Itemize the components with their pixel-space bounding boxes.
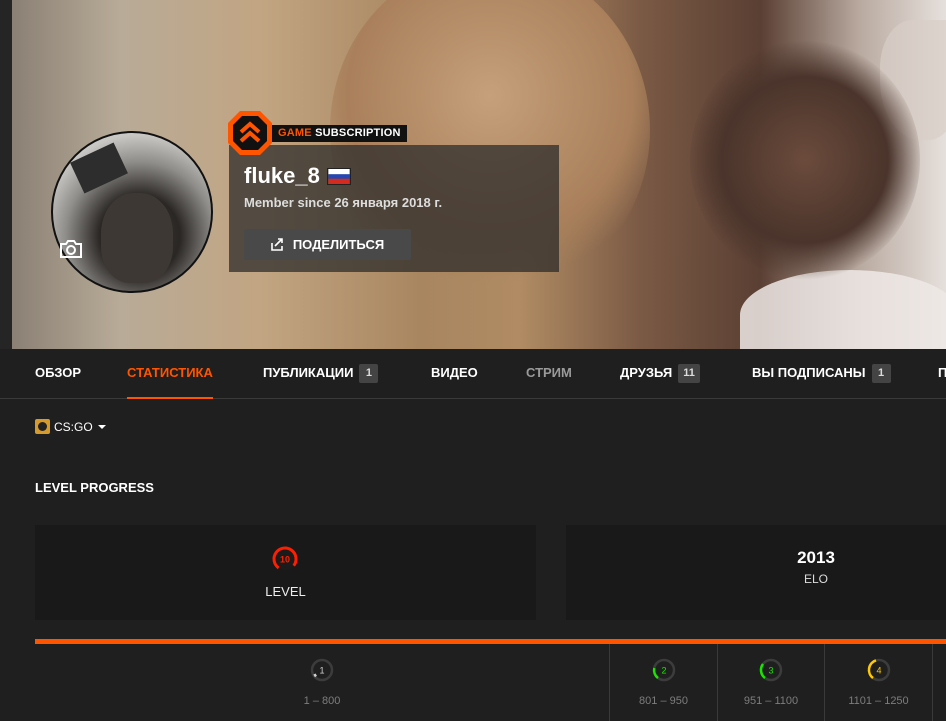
tab-following[interactable]: ВЫ ПОДПИСАНЫ 1 bbox=[752, 349, 891, 399]
tab-label: ОБЗОР bbox=[35, 365, 82, 380]
level-card: 10 LEVEL bbox=[35, 525, 536, 620]
game-selector[interactable]: CS:GO bbox=[35, 419, 107, 434]
profile-tabs: ОБЗОР СТАТИСТИКА ПУБЛИКАЦИИ 1 ВИДЕО СТРИМ… bbox=[0, 349, 946, 399]
tab-statistics[interactable]: СТАТИСТИКА bbox=[127, 349, 213, 399]
tab-video[interactable]: ВИДЕО bbox=[431, 349, 478, 399]
tab-count-badge: 11 bbox=[678, 364, 700, 383]
share-button-label: ПОДЕЛИТЬСЯ bbox=[292, 237, 385, 252]
banner-detail bbox=[740, 270, 946, 349]
level-number: 1 bbox=[319, 666, 324, 676]
russia-flag-icon bbox=[327, 168, 351, 185]
level-number: 4 bbox=[876, 666, 881, 676]
tab-label: СТАТИСТИКА bbox=[127, 365, 213, 380]
level-number: 10 bbox=[280, 555, 290, 565]
skill-level-2-icon: 2 bbox=[652, 658, 675, 682]
tab-count-badge: 1 bbox=[359, 364, 379, 383]
skill-level-3-icon: 3 bbox=[759, 658, 783, 682]
level-range-cell: 4 1101 – 1250 bbox=[824, 644, 932, 721]
level-ranges-row: 1 1 – 800 2 801 – 950 3 951 – 1100 4 110… bbox=[35, 644, 946, 721]
csgo-icon bbox=[35, 419, 50, 434]
subscription-tag-label: SUBSCRIPTION bbox=[315, 127, 401, 139]
tab-label: ВЫ ПОДПИСАНЫ bbox=[752, 365, 866, 380]
level-number: 2 bbox=[661, 666, 666, 676]
member-since: Member since 26 января 2018 г. bbox=[244, 195, 443, 210]
tab-overview[interactable]: ОБЗОР bbox=[35, 349, 81, 399]
skill-level-1-icon: 1 bbox=[310, 658, 334, 682]
tab-label: ДРУЗЬЯ bbox=[620, 365, 673, 380]
level-range: 1 – 800 bbox=[303, 695, 341, 707]
tab-publications[interactable]: ПУБЛИКАЦИИ 1 bbox=[263, 349, 379, 399]
avatar-detail bbox=[101, 193, 173, 283]
level-range-cell: 2 801 – 950 bbox=[609, 644, 717, 721]
username: fluke_8 bbox=[244, 163, 320, 188]
banner-left-strip bbox=[0, 0, 12, 349]
section-title: LEVEL PROGRESS bbox=[35, 480, 154, 495]
skill-level-10-icon: 10 bbox=[272, 546, 298, 572]
tab-label: ПУБЛИКАЦИИ bbox=[263, 365, 354, 380]
game-selector-value: CS:GO bbox=[54, 419, 93, 434]
tab-stream[interactable]: СТРИМ bbox=[526, 349, 572, 399]
tab-label: ВИДЕО bbox=[431, 365, 478, 380]
tab-friends[interactable]: ДРУЗЬЯ 11 bbox=[620, 349, 700, 399]
elo-value: 2013 bbox=[797, 548, 835, 567]
chevron-down-icon bbox=[97, 424, 106, 429]
tab-label: П bbox=[938, 365, 946, 380]
skill-level-4-icon: 4 bbox=[867, 658, 890, 682]
subscription-tag-game: GAME bbox=[278, 127, 312, 139]
tab-more[interactable]: П bbox=[938, 349, 946, 399]
share-button[interactable]: ПОДЕЛИТЬСЯ bbox=[244, 229, 411, 260]
elo-label: ELO bbox=[803, 572, 828, 586]
avatar[interactable] bbox=[51, 131, 213, 293]
level-range-cell: 1 1 – 800 bbox=[35, 644, 609, 721]
camera-icon[interactable] bbox=[58, 238, 84, 260]
avatar-detail bbox=[70, 142, 128, 194]
subscription-tag: GAME SUBSCRIPTION bbox=[272, 125, 407, 142]
tab-label: СТРИМ bbox=[526, 365, 572, 380]
subscription-chevron-icon bbox=[228, 111, 272, 155]
level-range: 1101 – 1250 bbox=[848, 695, 909, 707]
level-range-cell: 3 951 – 1100 bbox=[717, 644, 824, 721]
level-range: 801 – 950 bbox=[639, 695, 688, 707]
tab-count-badge: 1 bbox=[871, 364, 891, 383]
level-range: 951 – 1100 bbox=[743, 695, 799, 707]
level-label: LEVEL bbox=[265, 584, 306, 599]
share-icon bbox=[271, 238, 283, 251]
banner-detail bbox=[880, 20, 946, 140]
level-number: 3 bbox=[768, 666, 773, 676]
elo-card: 2013 ELO bbox=[566, 525, 946, 620]
level-range-cell bbox=[932, 644, 946, 721]
